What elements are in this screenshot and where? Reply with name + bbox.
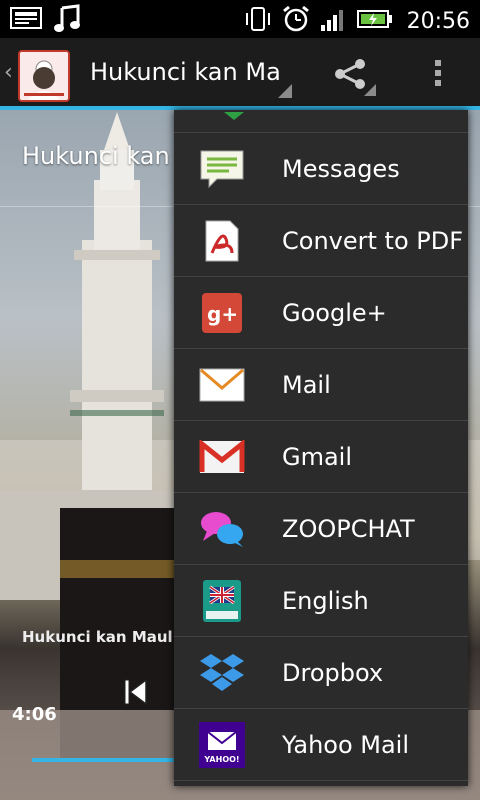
pdf-icon xyxy=(198,217,246,265)
player-track-title: Hukunci kan Maulid xyxy=(22,628,189,646)
track-title[interactable]: Hukunci kan xyxy=(22,142,170,170)
status-bar: 20:56 xyxy=(0,0,480,38)
previous-track-icon[interactable] xyxy=(122,676,150,712)
notification-icon xyxy=(10,4,42,38)
battery-charging-icon xyxy=(356,5,393,37)
chat-bubbles-icon xyxy=(198,505,246,553)
share-item-label: Google+ xyxy=(282,298,387,327)
vibrate-icon xyxy=(243,5,273,37)
back-chevron-icon[interactable]: ‹ xyxy=(4,60,13,85)
clock-time: 20:56 xyxy=(406,8,470,34)
share-item-messages[interactable]: Messages xyxy=(174,133,468,205)
playback-progress-bar[interactable] xyxy=(32,758,182,762)
app-avatar[interactable] xyxy=(18,50,70,102)
share-spinner-indicator xyxy=(364,84,376,96)
share-item-label: Messages xyxy=(282,154,400,183)
share-item-label: ZOOPCHAT xyxy=(282,514,415,543)
svg-text:YAHOO!: YAHOO! xyxy=(203,755,239,764)
dictionary-icon xyxy=(198,577,246,625)
music-note-icon xyxy=(52,4,82,38)
share-item-yahoo-mail[interactable]: YAHOO! Yahoo Mail xyxy=(174,709,468,781)
share-item-google-plus[interactable]: g+ Google+ xyxy=(174,277,468,349)
messages-icon xyxy=(198,145,246,193)
alarm-icon xyxy=(281,4,311,38)
action-bar-title[interactable]: Hukunci kan Ma xyxy=(90,58,280,86)
signal-icon xyxy=(319,5,349,37)
share-item-english[interactable]: English xyxy=(174,565,468,637)
share-item-label: English xyxy=(282,586,369,615)
overflow-menu-icon[interactable] xyxy=(426,56,450,92)
yahoo-mail-icon: YAHOO! xyxy=(198,721,246,769)
share-item-zoopchat[interactable]: ZOOPCHAT xyxy=(174,493,468,565)
action-bar: ‹ Hukunci kan Ma xyxy=(0,38,480,110)
share-item-label: Mail xyxy=(282,370,331,399)
share-item-label: Yahoo Mail xyxy=(282,730,410,759)
share-item-label: Gmail xyxy=(282,442,353,471)
share-item-gmail[interactable]: Gmail xyxy=(174,421,468,493)
title-spinner-indicator xyxy=(278,84,292,98)
mail-icon xyxy=(198,361,246,409)
share-item-mail[interactable]: Mail xyxy=(174,349,468,421)
share-item-label: Dropbox xyxy=(282,658,384,687)
share-item-partial[interactable] xyxy=(174,110,468,133)
gmail-icon xyxy=(198,433,246,481)
svg-text:g+: g+ xyxy=(207,302,238,326)
share-item-convert-to-pdf[interactable]: Convert to PDF xyxy=(174,205,468,277)
share-icon[interactable] xyxy=(332,56,368,96)
share-item-dropbox[interactable]: Dropbox xyxy=(174,637,468,709)
google-plus-icon: g+ xyxy=(198,289,246,337)
share-item-label: Convert to PDF xyxy=(282,226,464,255)
dropbox-icon xyxy=(198,649,246,697)
elapsed-time: 4:06 xyxy=(12,704,57,725)
share-menu: Messages Convert to PDF g+ Google+ Mail … xyxy=(174,110,468,786)
